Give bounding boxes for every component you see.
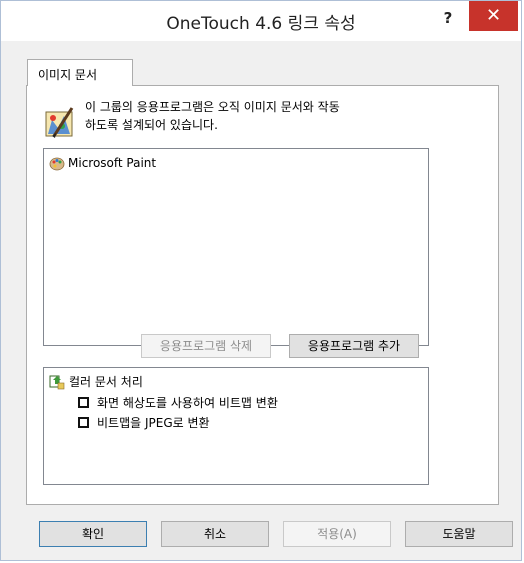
application-list[interactable]: Microsoft Paint bbox=[43, 148, 429, 346]
option-bitmap-to-jpeg[interactable]: 비트맵을 JPEG로 변환 bbox=[78, 414, 210, 431]
tab-panel: 이 그룹의 응용프로그램은 오직 이미지 문서와 작동 하도록 설계되어 있습니… bbox=[26, 85, 499, 505]
apply-button[interactable]: 적용(A) bbox=[283, 521, 391, 547]
document-tree-icon bbox=[49, 375, 65, 389]
options-heading: 컬러 문서 처리 bbox=[49, 373, 143, 390]
cancel-button[interactable]: 취소 bbox=[161, 521, 269, 547]
color-processing-options: 컬러 문서 처리 화면 해상도를 사용하여 비트맵 변환 비트맵을 JPEG로 … bbox=[43, 367, 429, 485]
remove-application-button[interactable]: 응용프로그램 삭제 bbox=[141, 334, 271, 358]
app-label: Microsoft Paint bbox=[68, 156, 157, 170]
description-line-1: 이 그룹의 응용프로그램은 오직 이미지 문서와 작동 bbox=[85, 100, 340, 114]
help-button[interactable]: ? bbox=[437, 7, 459, 29]
options-heading-label: 컬러 문서 처리 bbox=[69, 375, 143, 389]
title-bar: OneTouch 4.6 링크 속성 ? ✕ bbox=[1, 1, 521, 41]
option-label: 비트맵을 JPEG로 변환 bbox=[97, 416, 210, 430]
palette-icon bbox=[49, 157, 65, 171]
screen-resolution-checkbox[interactable] bbox=[78, 397, 89, 408]
dialog-window: OneTouch 4.6 링크 속성 ? ✕ 이미지 문서 이 그룹의 응용프로… bbox=[0, 0, 522, 561]
tab-image-documents[interactable]: 이미지 문서 bbox=[27, 59, 133, 86]
group-description: 이 그룹의 응용프로그램은 오직 이미지 문서와 작동 하도록 설계되어 있습니… bbox=[85, 98, 475, 134]
option-screen-resolution-bitmap[interactable]: 화면 해상도를 사용하여 비트맵 변환 bbox=[78, 394, 278, 411]
close-button[interactable]: ✕ bbox=[469, 1, 518, 31]
description-line-2: 하도록 설계되어 있습니다. bbox=[85, 118, 218, 132]
help-footer-button[interactable]: 도움말 bbox=[405, 521, 513, 547]
close-icon: ✕ bbox=[485, 5, 502, 26]
paint-palette-icon bbox=[42, 106, 78, 140]
ok-button[interactable]: 확인 bbox=[39, 521, 147, 547]
option-label: 화면 해상도를 사용하여 비트맵 변환 bbox=[97, 396, 278, 410]
add-application-button[interactable]: 응용프로그램 추가 bbox=[289, 334, 419, 358]
list-item-microsoft-paint[interactable]: Microsoft Paint bbox=[49, 154, 156, 172]
bitmap-to-jpeg-checkbox[interactable] bbox=[78, 417, 89, 428]
